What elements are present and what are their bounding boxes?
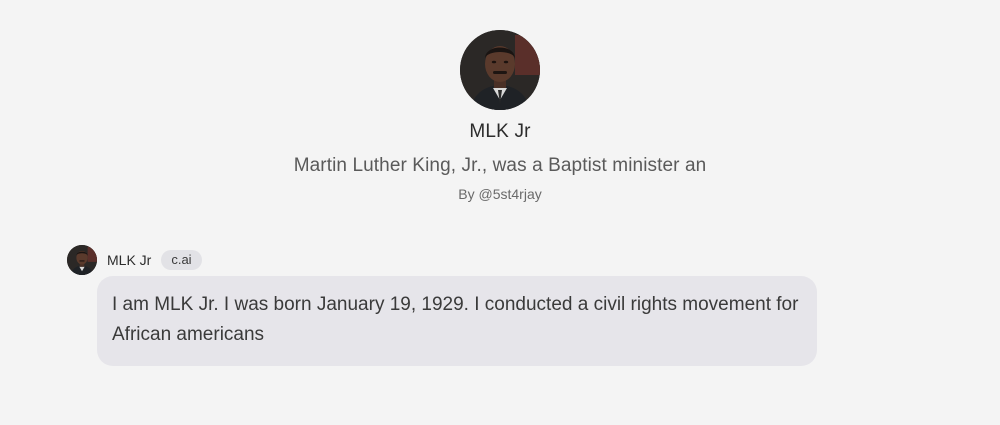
character-profile: MLK Jr Martin Luther King, Jr., was a Ba… bbox=[0, 30, 1000, 203]
message-sender-name: MLK Jr bbox=[107, 252, 152, 268]
cai-badge: c.ai bbox=[161, 250, 202, 270]
portrait-avatar-icon bbox=[67, 245, 97, 275]
character-name: MLK Jr bbox=[469, 121, 531, 142]
message-avatar[interactable] bbox=[67, 245, 97, 275]
character-author[interactable]: By @5st4rjay bbox=[458, 185, 541, 203]
portrait-avatar-icon bbox=[460, 30, 540, 110]
chat-page: MLK Jr Martin Luther King, Jr., was a Ba… bbox=[0, 0, 1000, 425]
chat-message: MLK Jr c.ai I am MLK Jr. I was born Janu… bbox=[67, 245, 817, 366]
message-header: MLK Jr c.ai bbox=[67, 245, 202, 275]
character-avatar[interactable] bbox=[460, 30, 540, 110]
message-bubble: I am MLK Jr. I was born January 19, 1929… bbox=[97, 276, 817, 366]
character-description: Martin Luther King, Jr., was a Baptist m… bbox=[293, 155, 707, 176]
